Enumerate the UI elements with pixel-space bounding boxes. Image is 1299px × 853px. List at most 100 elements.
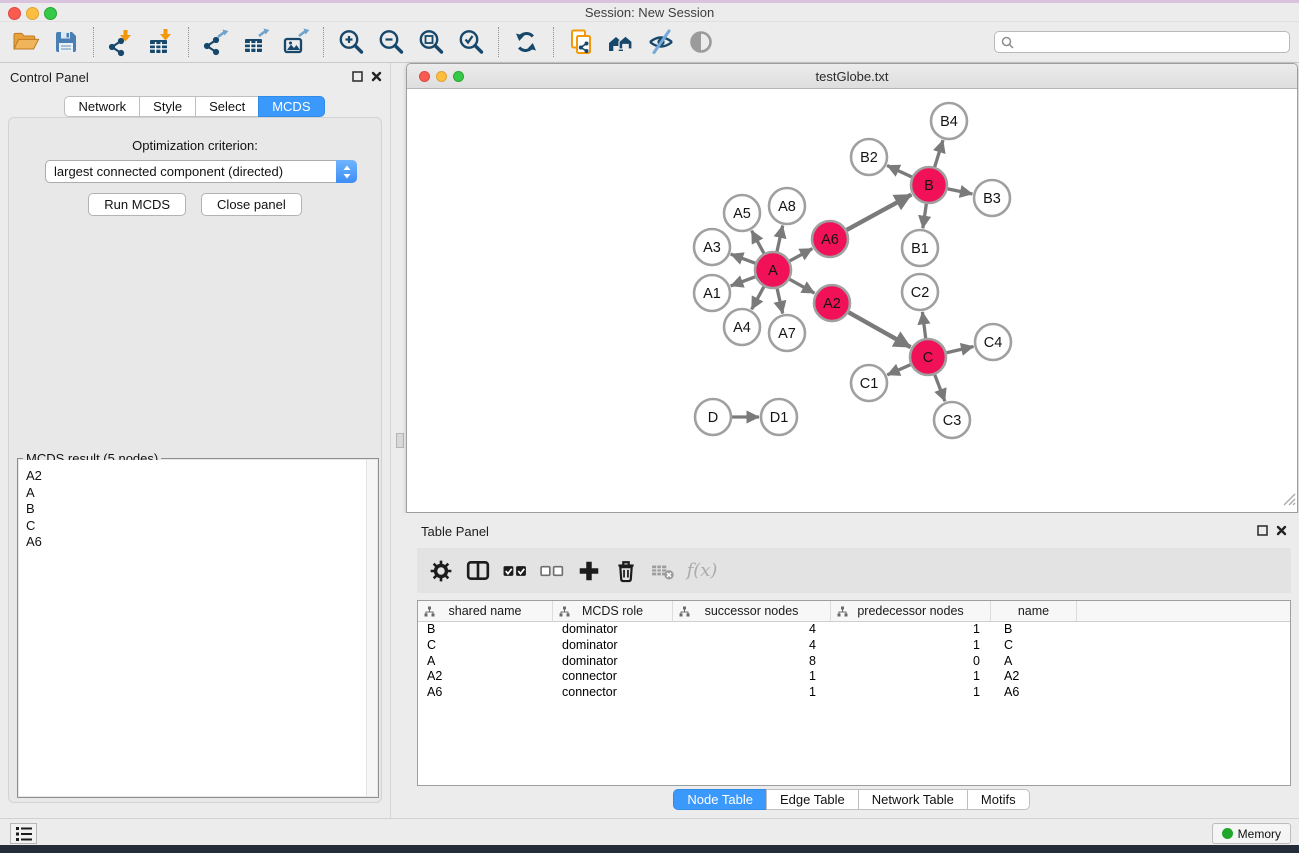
table-cell[interactable]: A6 (991, 685, 1077, 701)
graph-node-A8[interactable]: A8 (769, 188, 805, 224)
tab-node-table[interactable]: Node Table (673, 789, 767, 810)
search-input[interactable] (1018, 35, 1283, 49)
first-neighbors-button[interactable] (601, 25, 641, 59)
graph-edge-A-A5[interactable] (752, 231, 765, 255)
graph-edge-C-C4[interactable] (946, 347, 974, 354)
graph-edge-A2-C[interactable] (848, 312, 911, 347)
graph-edge-A-A7[interactable] (777, 288, 783, 314)
graph-edge-B-B3[interactable] (947, 189, 973, 194)
graph-node-B[interactable]: B (911, 167, 947, 203)
graph-edge-A-A1[interactable] (731, 276, 757, 286)
graph-edge-C-C2[interactable] (922, 312, 925, 339)
import-table-button[interactable] (141, 25, 181, 59)
delete-table-button[interactable] (648, 556, 678, 586)
zoom-fit-button[interactable] (411, 25, 451, 59)
criterion-dropdown[interactable]: largest connected component (directed) (45, 160, 357, 183)
graph-edge-A6-B[interactable] (846, 195, 912, 231)
hide-selected-button[interactable] (641, 25, 681, 59)
show-all-button[interactable] (681, 25, 721, 59)
table-cell[interactable]: C (418, 638, 553, 654)
result-scrollbar[interactable] (366, 460, 377, 796)
table-row[interactable]: A6connector11A6 (418, 685, 1290, 701)
graph-edge-A-A2[interactable] (789, 279, 815, 293)
result-item-a[interactable]: A (26, 485, 377, 502)
table-cell[interactable]: 4 (673, 622, 831, 638)
table-cell[interactable]: A2 (418, 669, 553, 685)
table-row[interactable]: Adominator80A (418, 654, 1290, 670)
close-panel-icon[interactable] (371, 71, 382, 82)
zoom-out-button[interactable] (371, 25, 411, 59)
graph-edge-A-A3[interactable] (731, 254, 757, 264)
graph-edge-B-B4[interactable] (934, 140, 943, 168)
tab-network-table[interactable]: Network Table (858, 789, 968, 810)
result-item-a2[interactable]: A2 (26, 468, 377, 485)
table-header-name[interactable]: name (991, 601, 1077, 621)
table-cell[interactable]: connector (553, 669, 673, 685)
zoom-in-button[interactable] (331, 25, 371, 59)
tab-style[interactable]: Style (139, 96, 196, 117)
table-cell[interactable]: 1 (831, 669, 991, 685)
graph-node-A3[interactable]: A3 (694, 229, 730, 265)
graph-node-D1[interactable]: D1 (761, 399, 797, 435)
float-table-panel-icon[interactable] (1257, 525, 1268, 536)
memory-button[interactable]: Memory (1212, 823, 1291, 844)
graph-edge-C-C1[interactable] (887, 364, 911, 375)
export-table-button[interactable] (236, 25, 276, 59)
graph-node-A1[interactable]: A1 (694, 275, 730, 311)
graph-edge-B-B1[interactable] (923, 203, 927, 228)
table-cell[interactable]: dominator (553, 638, 673, 654)
graph-edge-A-A8[interactable] (777, 226, 783, 253)
table-header-mcds-role[interactable]: MCDS role (553, 601, 673, 621)
graph-node-C1[interactable]: C1 (851, 365, 887, 401)
save-session-button[interactable] (46, 25, 86, 59)
graph-node-C3[interactable]: C3 (934, 402, 970, 438)
table-cell[interactable]: dominator (553, 654, 673, 670)
delete-columns-button[interactable] (611, 556, 641, 586)
refresh-button[interactable] (506, 25, 546, 59)
graph-node-D[interactable]: D (695, 399, 731, 435)
table-cell[interactable]: 0 (831, 654, 991, 670)
table-cell[interactable]: A2 (991, 669, 1077, 685)
tab-select[interactable]: Select (195, 96, 259, 117)
graph-edge-A-A4[interactable] (752, 286, 765, 310)
zoom-selected-button[interactable] (451, 25, 491, 59)
tab-network[interactable]: Network (64, 96, 140, 117)
result-item-b[interactable]: B (26, 501, 377, 518)
table-cell[interactable]: 1 (673, 669, 831, 685)
graph-node-C4[interactable]: C4 (975, 324, 1011, 360)
select-all-columns-button[interactable] (500, 556, 530, 586)
close-table-panel-icon[interactable] (1276, 525, 1287, 536)
table-cell[interactable]: A (418, 654, 553, 670)
graph-node-C2[interactable]: C2 (902, 274, 938, 310)
table-settings-button[interactable] (426, 556, 456, 586)
function-builder-button[interactable]: f(x) (685, 556, 715, 586)
tab-motifs[interactable]: Motifs (967, 789, 1030, 810)
show-columns-button[interactable] (463, 556, 493, 586)
resize-grip[interactable] (1283, 493, 1296, 511)
table-cell[interactable]: 1 (673, 685, 831, 701)
result-item-c[interactable]: C (26, 518, 377, 535)
table-row[interactable]: A2connector11A2 (418, 669, 1290, 685)
graph-node-A6[interactable]: A6 (812, 221, 848, 257)
dropdown-stepper[interactable] (336, 160, 357, 183)
graph-node-A2[interactable]: A2 (814, 285, 850, 321)
mcds-result-list[interactable]: A2ABCA6 (19, 460, 377, 796)
tab-mcds[interactable]: MCDS (258, 96, 324, 117)
table-cell[interactable]: dominator (553, 622, 673, 638)
table-cell[interactable]: B (991, 622, 1077, 638)
graph-node-B1[interactable]: B1 (902, 230, 938, 266)
table-cell[interactable]: B (418, 622, 553, 638)
graph-node-A[interactable]: A (755, 252, 791, 288)
deselect-all-columns-button[interactable] (537, 556, 567, 586)
graph-node-A7[interactable]: A7 (769, 315, 805, 351)
network-canvas[interactable]: B4B2BB3A5A8A6B1A3AA1C2A2A4A7C4CC1C3DD1 (407, 89, 1297, 512)
table-row[interactable]: Cdominator41C (418, 638, 1290, 654)
float-panel-icon[interactable] (352, 71, 363, 82)
table-cell[interactable]: C (991, 638, 1077, 654)
table-cell[interactable]: connector (553, 685, 673, 701)
result-item-a6[interactable]: A6 (26, 534, 377, 551)
open-session-button[interactable] (6, 25, 46, 59)
graph-node-A5[interactable]: A5 (724, 195, 760, 231)
graph-node-A4[interactable]: A4 (724, 309, 760, 345)
table-cell[interactable]: A6 (418, 685, 553, 701)
